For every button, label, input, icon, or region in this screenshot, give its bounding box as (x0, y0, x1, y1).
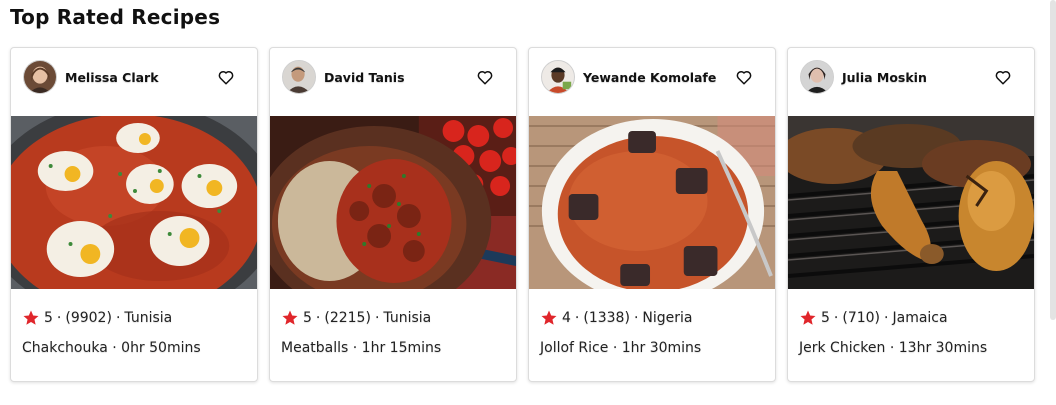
separator: · (115, 310, 121, 326)
recipe-title[interactable]: Meatballs · 1hr 15mins (281, 340, 441, 356)
card-header: Julia Moskin (788, 48, 1034, 116)
recipe-photo[interactable] (270, 116, 516, 289)
author-name[interactable]: Julia Moskin (842, 48, 982, 106)
card-header: Yewande Komolafe (529, 48, 775, 116)
recipe-card[interactable]: Melissa Clark 5 · (9902) · Tunisia Chakc… (10, 47, 258, 382)
review-count: (1338) (583, 310, 630, 326)
separator: · (574, 310, 580, 326)
recipe-photo[interactable] (529, 116, 775, 289)
author-name[interactable]: Melissa Clark (65, 48, 205, 106)
rating-value: 5 (44, 310, 53, 326)
separator: · (112, 340, 117, 356)
rating-value: 4 (562, 310, 571, 326)
recipe-photo[interactable] (11, 116, 257, 289)
separator: · (633, 310, 639, 326)
star-icon (799, 309, 817, 327)
separator: · (374, 310, 380, 326)
separator: · (889, 340, 895, 356)
separator: · (56, 310, 62, 326)
recipe-time: 0hr 50mins (121, 340, 201, 356)
recipe-photo[interactable] (788, 116, 1034, 289)
heart-outline-icon[interactable] (994, 68, 1012, 86)
heart-outline-icon[interactable] (476, 68, 494, 86)
author-avatar[interactable] (23, 60, 57, 94)
recipe-title[interactable]: Chakchouka · 0hr 50mins (22, 340, 201, 356)
recipe-time: 1hr 30mins (621, 340, 702, 356)
recipe-card[interactable]: David Tanis 5 · (2215) · Tunisia Meatbal… (269, 47, 517, 382)
heart-outline-icon[interactable] (217, 68, 235, 86)
separator: · (315, 310, 321, 326)
recipe-meta: 4 · (1338) · Nigeria (540, 308, 692, 328)
card-header: David Tanis (270, 48, 516, 116)
separator: · (884, 310, 889, 326)
recipe-time: 13hr 30mins (898, 340, 988, 356)
star-icon (22, 309, 40, 327)
recipe-name[interactable]: Jollof Rice (540, 340, 608, 356)
author-avatar[interactable] (800, 60, 834, 94)
recipe-name[interactable]: Meatballs (281, 340, 348, 356)
recipe-title[interactable]: Jerk Chicken · 13hr 30mins (799, 340, 987, 356)
author-avatar[interactable] (541, 60, 575, 94)
star-icon (281, 309, 299, 327)
recipe-name[interactable]: Chakchouka (22, 340, 108, 356)
card-header: Melissa Clark (11, 48, 257, 116)
heart-outline-icon[interactable] (735, 68, 753, 86)
recipe-card[interactable]: Julia Moskin 5 · (710) · Jamaica Jerk Ch… (787, 47, 1035, 382)
recipe-country: Nigeria (642, 310, 693, 326)
recipe-country: Jamaica (892, 310, 948, 326)
top-rated-section: Top Rated Recipes Melissa Clark 5 · (990… (0, 0, 1056, 405)
review-count: (710) (842, 310, 881, 326)
author-avatar[interactable] (282, 60, 316, 94)
recipe-country: Tunisia (383, 310, 432, 326)
recipe-meta: 5 · (710) · Jamaica (799, 308, 948, 328)
star-icon (540, 309, 558, 327)
recipe-name[interactable]: Jerk Chicken (799, 340, 885, 356)
recipe-card[interactable]: Yewande Komolafe 4 · (1338) · Nigeria Jo… (528, 47, 776, 382)
recipe-country: Tunisia (124, 310, 173, 326)
separator: · (352, 340, 358, 356)
separator: · (833, 310, 839, 326)
rating-value: 5 (821, 310, 830, 326)
page-scrollbar[interactable] (1050, 0, 1056, 320)
recipe-time: 1hr 15mins (361, 340, 442, 356)
section-title: Top Rated Recipes (10, 5, 221, 29)
recipe-meta: 5 · (9902) · Tunisia (22, 308, 172, 328)
separator: · (612, 340, 618, 356)
recipe-meta: 5 · (2215) · Tunisia (281, 308, 431, 328)
rating-value: 5 (303, 310, 312, 326)
review-count: (9902) (65, 310, 112, 326)
recipe-title[interactable]: Jollof Rice · 1hr 30mins (540, 340, 701, 356)
author-name[interactable]: Yewande Komolafe (583, 48, 723, 106)
review-count: (2215) (324, 310, 371, 326)
author-name[interactable]: David Tanis (324, 48, 464, 106)
